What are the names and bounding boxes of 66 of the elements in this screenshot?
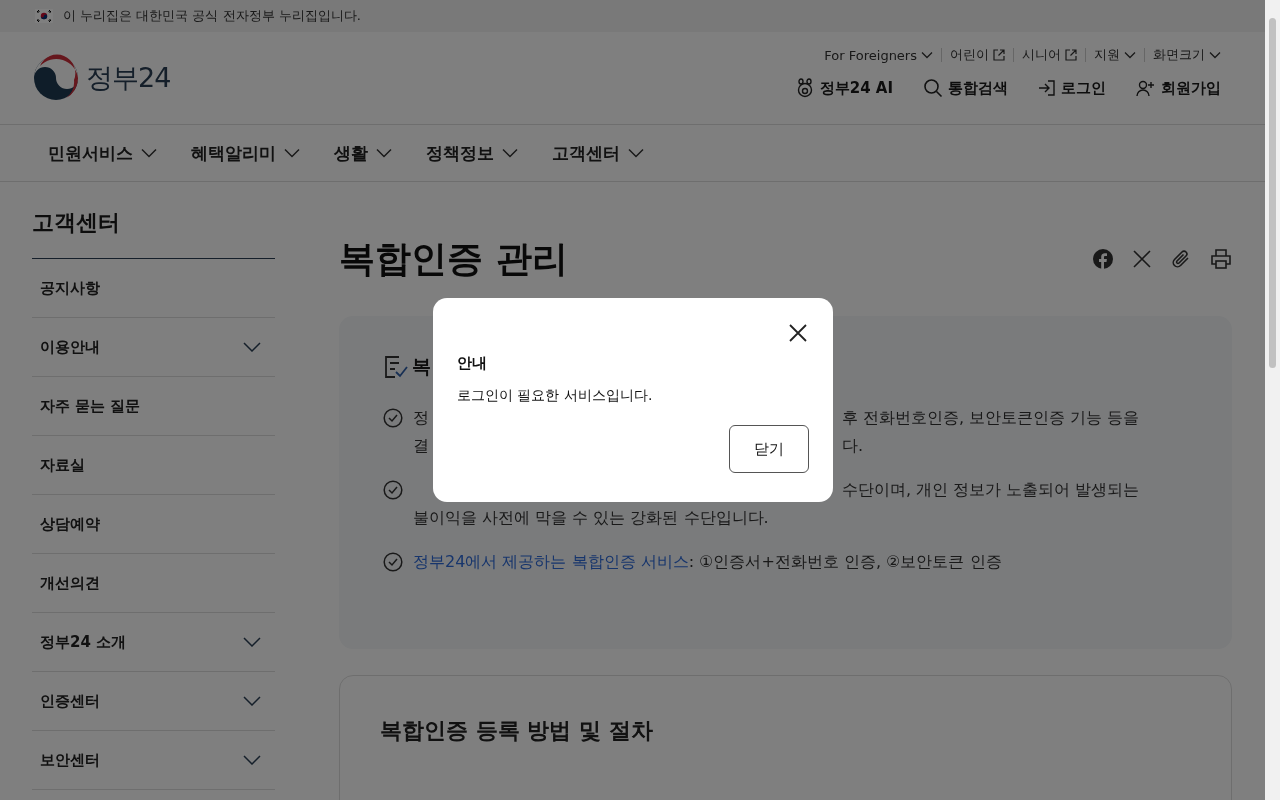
header-action-link[interactable]: 로그인 [1038,78,1106,98]
header-action-link[interactable]: 정부24 AI [794,78,893,98]
paragraph-text: 결 [413,436,429,455]
paragraph-text: : ①인증서+전화번호 인증, ②보안토큰 인증 [688,551,1002,573]
chevron-down-icon [502,148,518,158]
sidebar-item[interactable]: 자료실 [32,436,275,495]
paragraph-text: 후 전화번호인증, 보안토큰인증 기능 등을 [842,407,1140,429]
service-link[interactable]: 정부24에서 제공하는 복합인증 서비스 [413,548,689,576]
print-icon[interactable] [1210,248,1232,270]
chevron-down-icon [921,51,933,59]
search-icon [923,78,943,98]
dialog-title: 안내 [457,354,488,373]
sidebar-title: 고객센터 [32,182,275,259]
paragraph-text: 불이익을 사전에 막을 수 있는 강화된 수단입니다. [413,507,769,529]
close-icon [789,324,807,342]
sidebar-item[interactable]: 개선의견 [32,554,275,613]
sidebar-item[interactable]: 자주 묻는 질문 [32,377,275,436]
sidebar-item[interactable]: 보안센터 [32,731,275,790]
paragraph-text: 다. [842,435,864,457]
paragraph-text: 수단이며, 개인 정보가 노출되어 발생되는 [842,479,1140,501]
main-menu-item[interactable]: 생활 [334,141,392,165]
main-menu-item[interactable]: 고객센터 [552,141,644,165]
sidebar-item[interactable]: 공지사항 [32,259,275,318]
utility-link[interactable]: 화면크기 [1153,46,1221,64]
login-icon [1038,79,1056,97]
add-user-icon [1136,79,1156,97]
check-circle-icon [383,408,403,428]
facebook-icon[interactable] [1092,248,1114,270]
check-circle-icon [383,552,403,572]
sidebar-item[interactable]: 정부24 소개 [32,613,275,672]
section-heading: 복합인증 등록 방법 및 절차 [380,717,654,745]
chevron-down-icon [628,148,644,158]
paragraph-text: 정 [413,408,429,427]
scrollbar[interactable] [1265,0,1280,800]
page-title: 복합인증 관리 [339,236,568,281]
main-menu-item[interactable]: 정책정보 [426,141,518,165]
header-action-link[interactable]: 통합검색 [923,78,1008,98]
check-circle-icon [383,480,403,500]
government-notice: 이 누리집은 대한민국 공식 전자정부 누리집입니다. [63,7,361,25]
section-heading: 복 [412,354,431,379]
header-action-link[interactable]: 회원가입 [1136,78,1221,98]
external-link-icon [993,49,1005,61]
sidebar-item[interactable]: 이용안내 [32,318,275,377]
chevron-down-icon [141,148,157,158]
main-menu-item[interactable]: 민원서비스 [48,141,157,165]
chevron-down-icon [1209,51,1221,59]
x-logo-icon[interactable] [1132,249,1152,269]
close-button[interactable] [787,322,809,344]
chevron-down-icon [376,148,392,158]
site-logo[interactable]: 정부24 [32,32,171,124]
sidebar-item[interactable]: 인증센터 [32,672,275,731]
utility-link[interactable]: 시니어 [1022,46,1077,64]
utility-link[interactable]: 어린이 [950,46,1005,64]
close-dialog-button[interactable]: 닫기 [729,425,809,473]
utility-link[interactable]: For Foreigners [824,47,933,63]
emblem-icon [32,54,80,102]
main-menu-item[interactable]: 혜택알리미 [191,141,300,165]
flag-icon [35,9,53,23]
utility-link[interactable]: 지원 [1094,46,1136,64]
chevron-down-icon [1124,51,1136,59]
external-link-icon [1065,49,1077,61]
paperclip-icon[interactable] [1170,248,1192,270]
dialog-message: 로그인이 필요한 서비스입니다. [457,387,654,405]
checklist-icon [383,354,409,380]
chevron-down-icon [284,148,300,158]
sidebar-item[interactable]: 상담예약 [32,495,275,554]
